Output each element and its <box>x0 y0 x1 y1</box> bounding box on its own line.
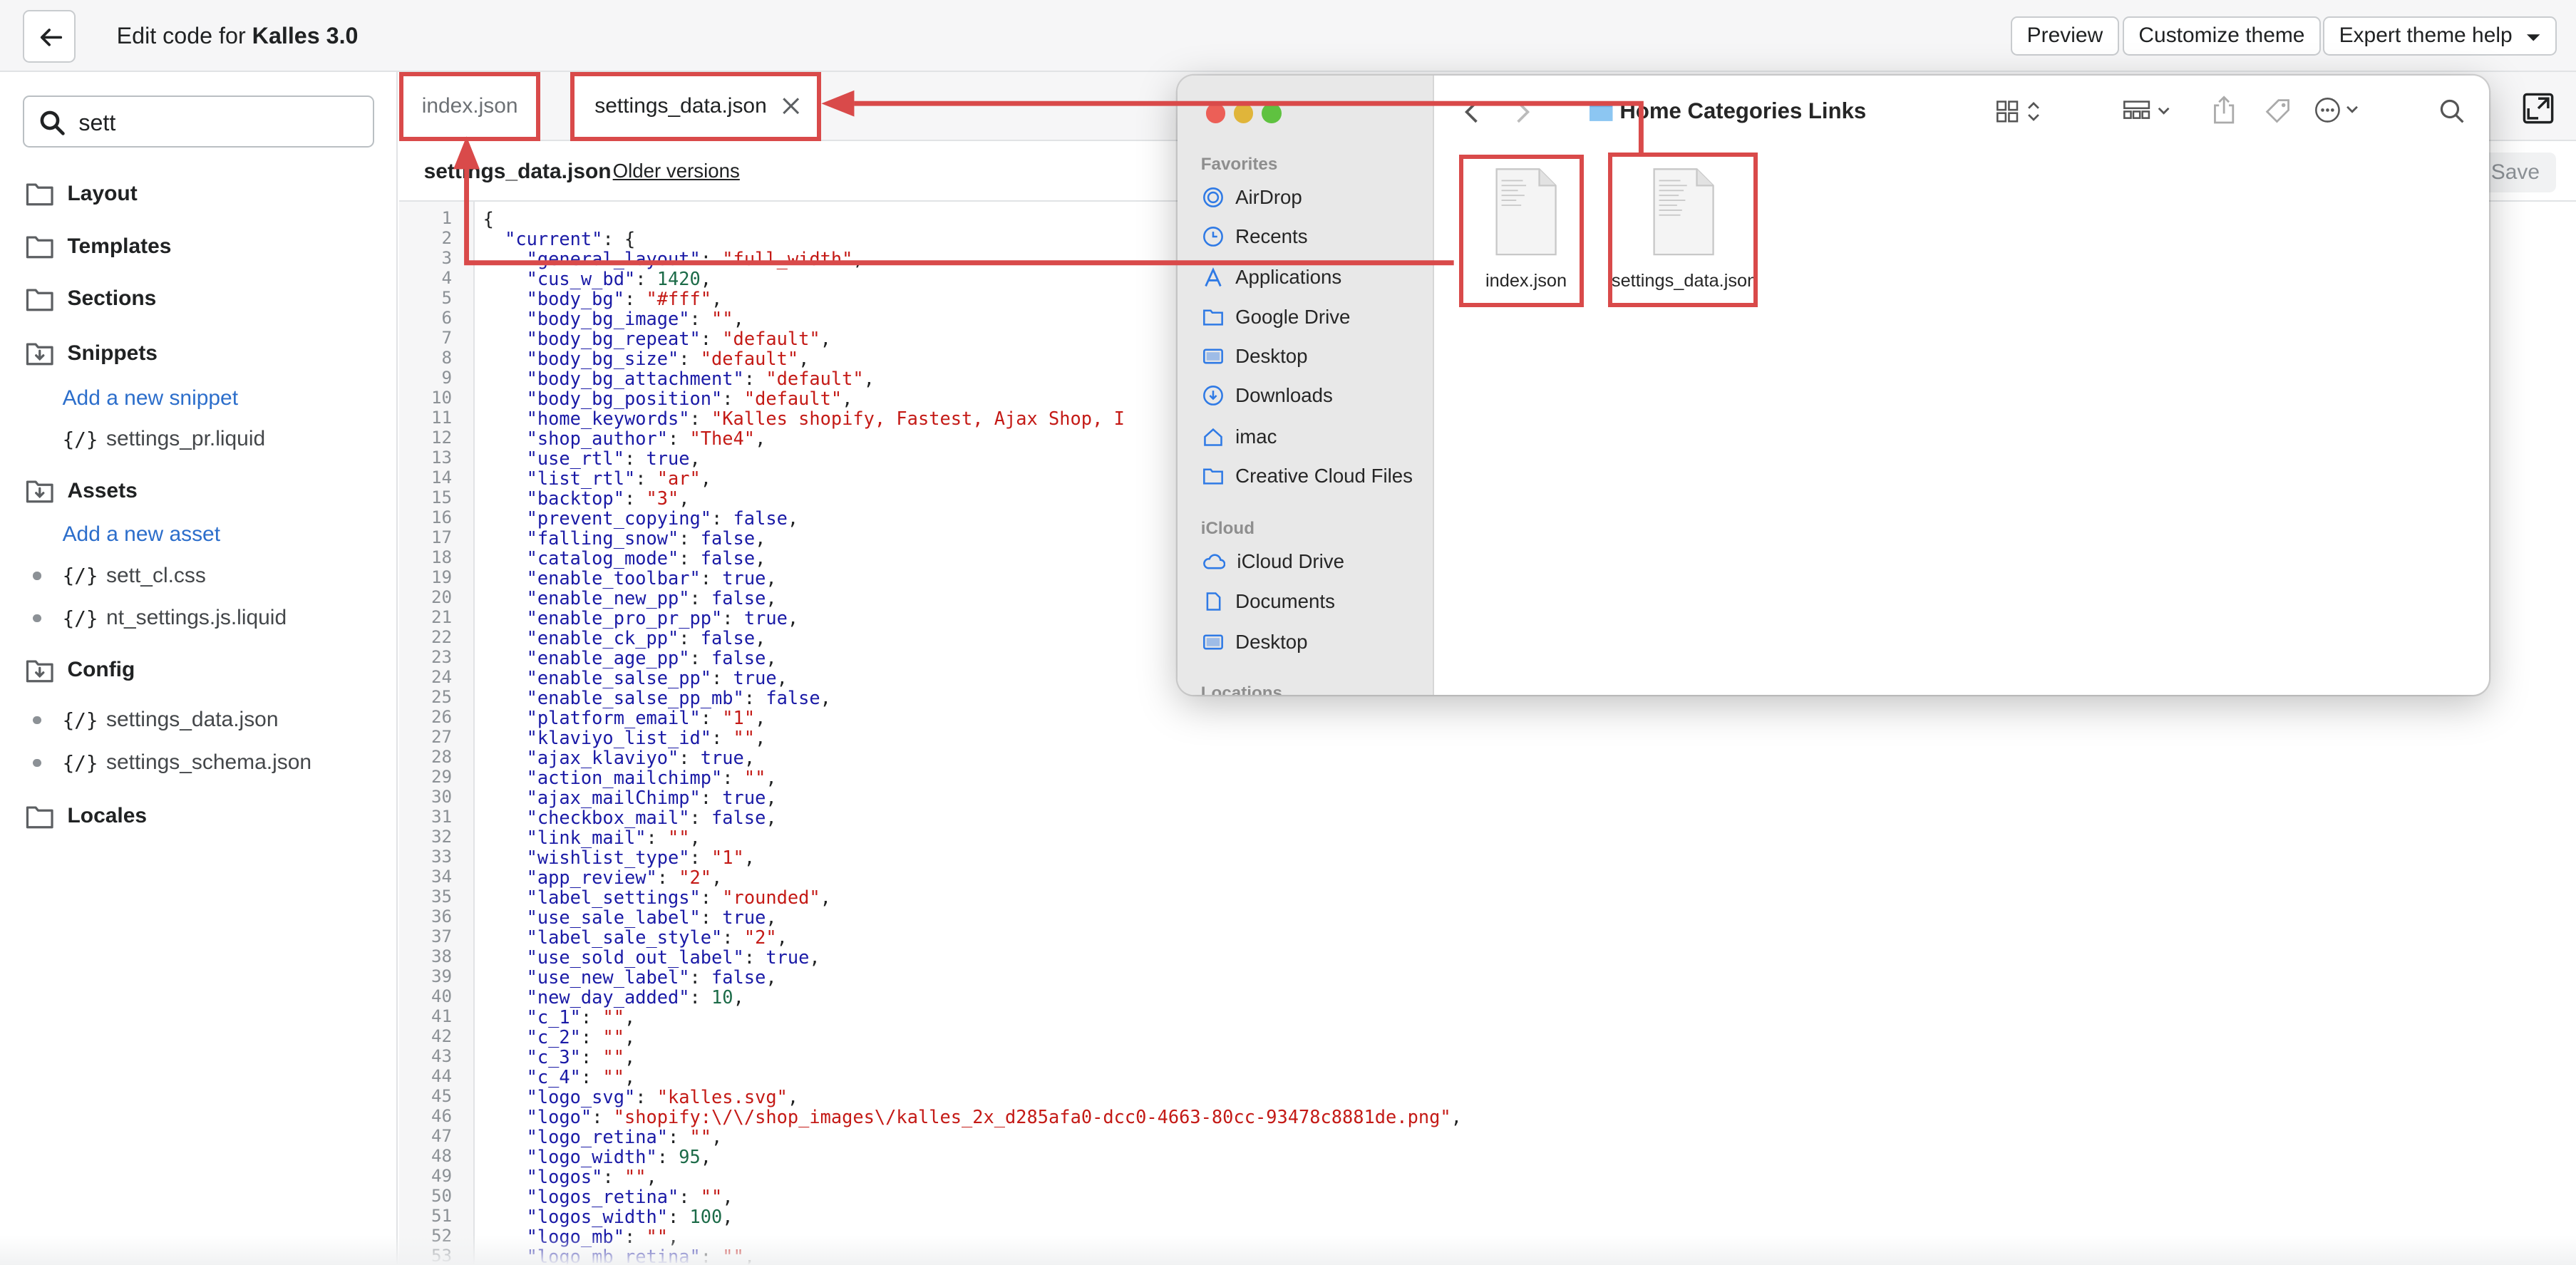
arrowhead-index-tab <box>453 136 480 170</box>
bottom-fade <box>0 1235 2576 1265</box>
arrowhead-settings-tab <box>821 90 855 117</box>
arrow-index-file-to-tab <box>464 167 1454 266</box>
arrow-settings-file-to-tab <box>854 100 1644 155</box>
annotation-arrows <box>453 90 1644 266</box>
